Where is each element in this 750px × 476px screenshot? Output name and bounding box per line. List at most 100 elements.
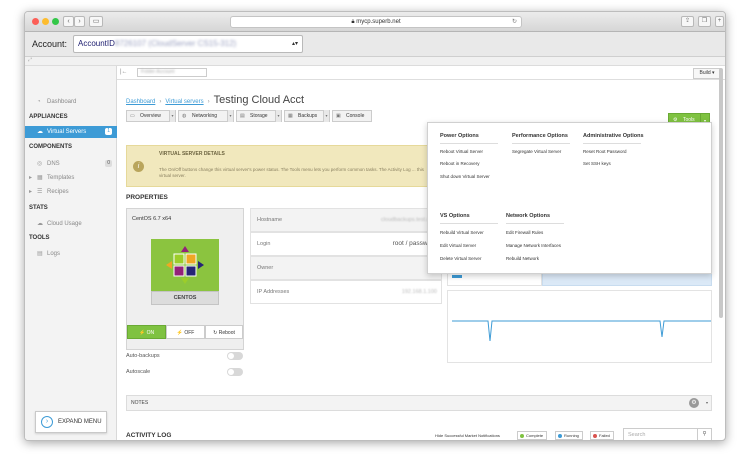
menu-item-reboot[interactable]: Reboot Virtual Server bbox=[440, 149, 483, 154]
sidebar-item-label: Virtual Servers bbox=[47, 129, 87, 135]
power-on-button[interactable]: ⚡ ON bbox=[127, 325, 166, 339]
sidebar-item-label: Cloud Usage bbox=[47, 221, 82, 227]
account-bar: Account: AccountID8726107 (CloudServer C… bbox=[25, 32, 725, 57]
properties-heading: PROPERTIES bbox=[126, 194, 168, 201]
expand-menu-button[interactable]: › EXPAND MENU bbox=[35, 411, 107, 433]
power-icon: ⚡ bbox=[176, 330, 183, 336]
notice-title: VIRTUAL SERVER DETAILS bbox=[159, 151, 225, 157]
server-info: Hostname cloudbackups.test.com Login root … bbox=[250, 208, 442, 304]
breadcrumb-virtual-servers[interactable]: Virtual servers bbox=[165, 99, 203, 105]
menu-item-rebuild-network[interactable]: Rebuild Network bbox=[506, 256, 539, 261]
menu-item-network-interfaces[interactable]: Manage Network Interfaces bbox=[506, 243, 561, 248]
url-text: mycp.superb.net bbox=[356, 19, 401, 25]
filter-complete[interactable]: Complete bbox=[517, 431, 548, 440]
breadcrumb-dashboard[interactable]: Dashboard bbox=[126, 99, 155, 105]
expand-arrow-icon: ▸ bbox=[29, 175, 33, 181]
ip-label: IP Addresses bbox=[257, 289, 290, 295]
sidebar-item-dashboard[interactable]: ◔ Dashboard bbox=[25, 96, 117, 108]
collapse-arrow-icon[interactable]: ⤢ bbox=[28, 57, 32, 63]
sidebar-item-logs[interactable]: ▤ Logs bbox=[25, 248, 117, 260]
folder-select[interactable]: Folder Account bbox=[137, 68, 207, 77]
ip-value: 192.168.1.100 bbox=[401, 289, 437, 295]
menu-item-delete-vs[interactable]: Delete Virtual Server bbox=[440, 256, 481, 261]
forward-icon[interactable]: › bbox=[74, 16, 85, 27]
sidebar-item-label: Recipes bbox=[47, 189, 69, 195]
dashboard-icon: ◔ bbox=[37, 99, 41, 105]
refresh-icon bbox=[558, 434, 562, 438]
power-off-button[interactable]: ⚡ OFF bbox=[166, 325, 205, 339]
tabs-icon[interactable]: ❐ bbox=[698, 16, 711, 27]
tab-storage[interactable]: ▤ Storage ▾ bbox=[236, 110, 282, 122]
menu-item-reset-root[interactable]: Reset Root Password bbox=[583, 149, 627, 154]
notes-label: NOTES bbox=[131, 400, 149, 406]
expand-menu-label: EXPAND MENU bbox=[58, 419, 102, 425]
collapse-sidebar-icon[interactable]: |← bbox=[120, 69, 128, 75]
centos-logo bbox=[151, 239, 219, 291]
address-bar[interactable]: 🔒︎ mycp.superb.net ↻ bbox=[230, 16, 522, 28]
monitor-icon: ▭ bbox=[130, 113, 135, 119]
sidebar-item-dns[interactable]: ◎ DNS 0 bbox=[25, 158, 117, 170]
tab-backups[interactable]: ▦ Backups ▾ bbox=[284, 110, 330, 122]
new-tab-icon[interactable]: + bbox=[715, 16, 724, 27]
info-icon: i bbox=[133, 161, 144, 172]
globe-icon: ◎ bbox=[37, 161, 43, 167]
dropdown-arrow-icon[interactable]: ▾ bbox=[227, 110, 233, 122]
search-placeholder: Search bbox=[628, 432, 646, 438]
vs-options-header: VS Options bbox=[440, 213, 470, 219]
list-icon: ☰ bbox=[37, 189, 43, 195]
sidebar-toggle-icon[interactable]: ▭ bbox=[89, 16, 103, 27]
reload-icon[interactable]: ↻ bbox=[512, 17, 517, 27]
reboot-button[interactable]: ↻ Reboot bbox=[205, 325, 243, 339]
tab-networking[interactable]: ◍ Networking ▾ bbox=[178, 110, 234, 122]
menu-item-ssh-keys[interactable]: Set SSH keys bbox=[583, 161, 611, 166]
search-icon[interactable]: ⚲ bbox=[697, 428, 711, 440]
menu-item-reboot-recovery[interactable]: Reboot in Recovery bbox=[440, 161, 480, 166]
sidebar-item-cloud-usage[interactable]: ☁︎ Cloud Usage bbox=[25, 218, 117, 230]
cloud-icon: ☁︎ bbox=[37, 129, 43, 135]
filter-running[interactable]: Running bbox=[555, 431, 583, 440]
close-window-button[interactable] bbox=[32, 18, 39, 25]
filter-failed[interactable]: Failed bbox=[590, 431, 614, 440]
menu-item-shutdown[interactable]: Shut down Virtual Server bbox=[440, 174, 490, 179]
notes-panel[interactable]: NOTES ⚙ ▾ bbox=[126, 395, 712, 411]
menu-item-firewall[interactable]: Edit Firewall Rules bbox=[506, 230, 543, 235]
back-icon[interactable]: ‹ bbox=[63, 16, 74, 27]
dropdown-arrow-icon[interactable]: ▾ bbox=[706, 396, 708, 410]
stat-bar bbox=[452, 275, 462, 278]
tab-label: Networking bbox=[192, 113, 218, 119]
sidebar-item-templates[interactable]: ▸ ▦ Templates bbox=[25, 172, 117, 184]
dropdown-arrow-icon[interactable]: ▾ bbox=[169, 110, 175, 122]
dropdown-arrow-icon[interactable]: ▾ bbox=[323, 110, 329, 122]
activity-search[interactable]: Search ⚲ bbox=[623, 428, 712, 440]
zoom-window-button[interactable] bbox=[52, 18, 59, 25]
tab-console[interactable]: ▣ Console bbox=[332, 110, 372, 122]
terminal-icon: ▣ bbox=[336, 113, 341, 119]
breadcrumb-separator: › bbox=[207, 99, 210, 105]
hide-notifications-label[interactable]: Hide Successful Market Notifications bbox=[435, 433, 500, 438]
login-row: Login root / password bbox=[250, 232, 442, 256]
page-scrollbar[interactable] bbox=[719, 68, 723, 318]
login-label: Login bbox=[257, 241, 271, 247]
sidebar-item-label: DNS bbox=[47, 161, 60, 167]
gear-icon[interactable]: ⚙ bbox=[689, 398, 699, 408]
usage-chart bbox=[447, 290, 712, 363]
auto-backups-toggle[interactable] bbox=[227, 352, 243, 360]
reboot-label: Reboot bbox=[218, 330, 235, 336]
activity-log-heading: ACTIVITY LOG bbox=[126, 432, 172, 439]
refresh-icon: ↻ bbox=[213, 330, 218, 336]
tab-overview[interactable]: ▭ Overview ▾ bbox=[126, 110, 176, 122]
dropdown-arrow-icon[interactable]: ▾ bbox=[275, 110, 281, 122]
sidebar-item-virtual-servers[interactable]: ☁︎ Virtual Servers 1 bbox=[25, 126, 117, 138]
autoscale-toggle[interactable] bbox=[227, 368, 243, 376]
share-icon[interactable]: ⇪ bbox=[681, 16, 694, 27]
account-select[interactable]: AccountID8726107 (CloudServer CS15-312) … bbox=[73, 35, 303, 53]
menu-item-edit-vs[interactable]: Edit Virtual Server bbox=[440, 243, 476, 248]
menu-item-rebuild-vs[interactable]: Rebuild Virtual Server bbox=[440, 230, 484, 235]
sidebar-item-recipes[interactable]: ▸ ☰ Recipes bbox=[25, 186, 117, 198]
minimize-window-button[interactable] bbox=[42, 18, 49, 25]
sidebar-item-label: Templates bbox=[47, 175, 75, 181]
performance-options-header: Performance Options bbox=[512, 133, 568, 139]
file-icon: ▤ bbox=[37, 251, 43, 257]
menu-item-segregate[interactable]: Segregate Virtual Server bbox=[512, 149, 561, 154]
build-button[interactable]: Build ▾ bbox=[693, 68, 721, 79]
